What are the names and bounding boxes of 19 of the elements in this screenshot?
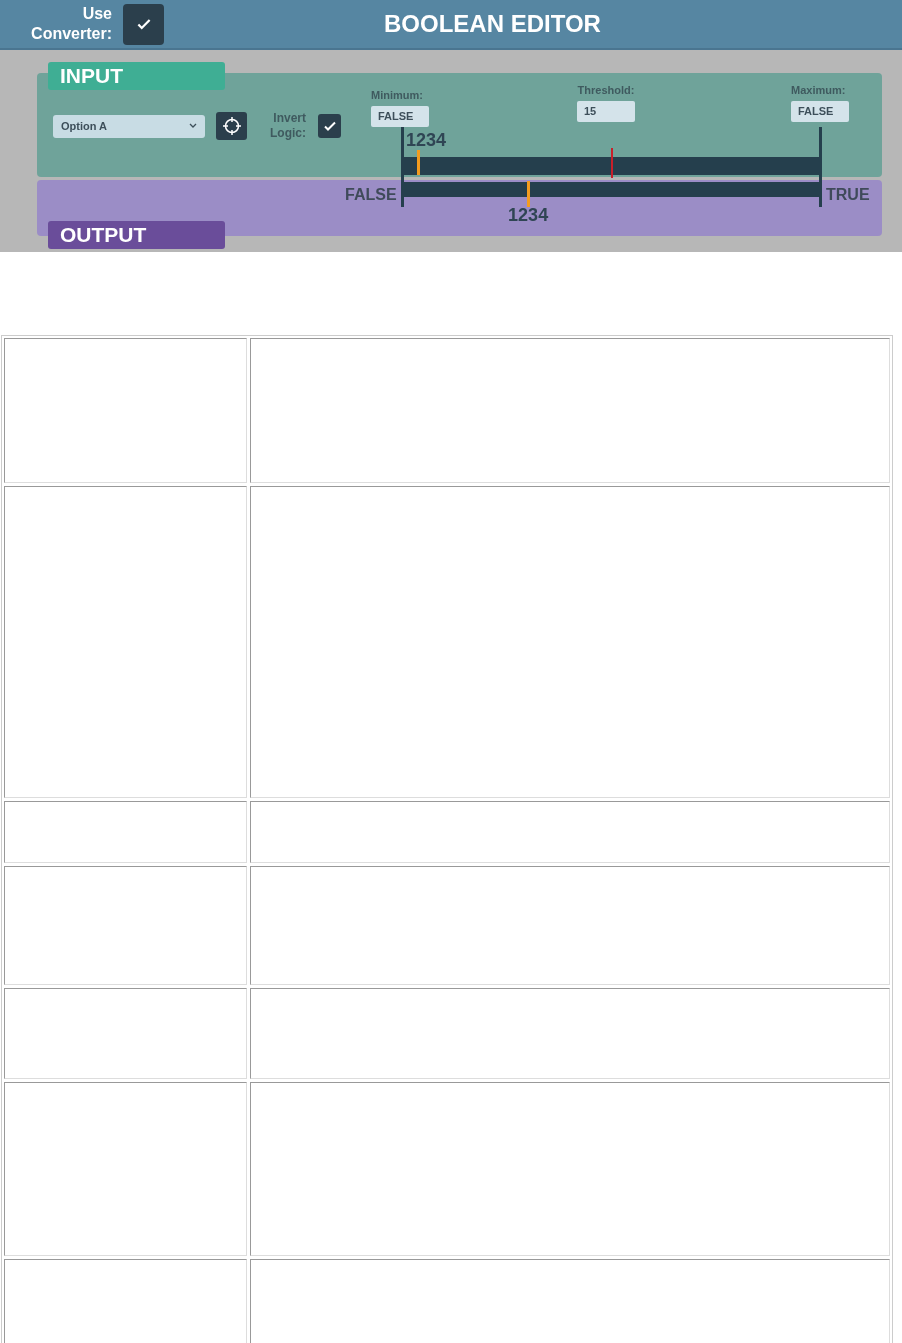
editor-title: BOOLEAN EDITOR	[384, 10, 601, 38]
maximum-label: Maximum:	[791, 84, 846, 96]
target-button[interactable]	[216, 112, 247, 140]
minimum-field[interactable]: FALSE	[371, 106, 429, 127]
invert-logic-label: Invert Logic:	[269, 111, 306, 141]
threshold-label: Threshold:	[577, 84, 635, 96]
true-label: TRUE	[826, 186, 870, 204]
option-dropdown[interactable]: Option A	[53, 114, 205, 138]
false-label: FALSE	[345, 186, 397, 204]
minimum-label: Minimum:	[371, 89, 423, 101]
invert-logic-checkbox[interactable]	[318, 114, 341, 138]
maximum-field[interactable]: FALSE	[791, 101, 849, 122]
use-converter-label: Use Converter:	[30, 4, 112, 44]
input-value: 1234	[406, 130, 447, 151]
use-converter-checkbox[interactable]	[123, 3, 164, 45]
output-value: 1234	[508, 205, 549, 226]
crosshair-icon	[221, 116, 242, 136]
chevron-down-icon	[189, 123, 197, 129]
threshold-field[interactable]: 15	[577, 101, 635, 122]
